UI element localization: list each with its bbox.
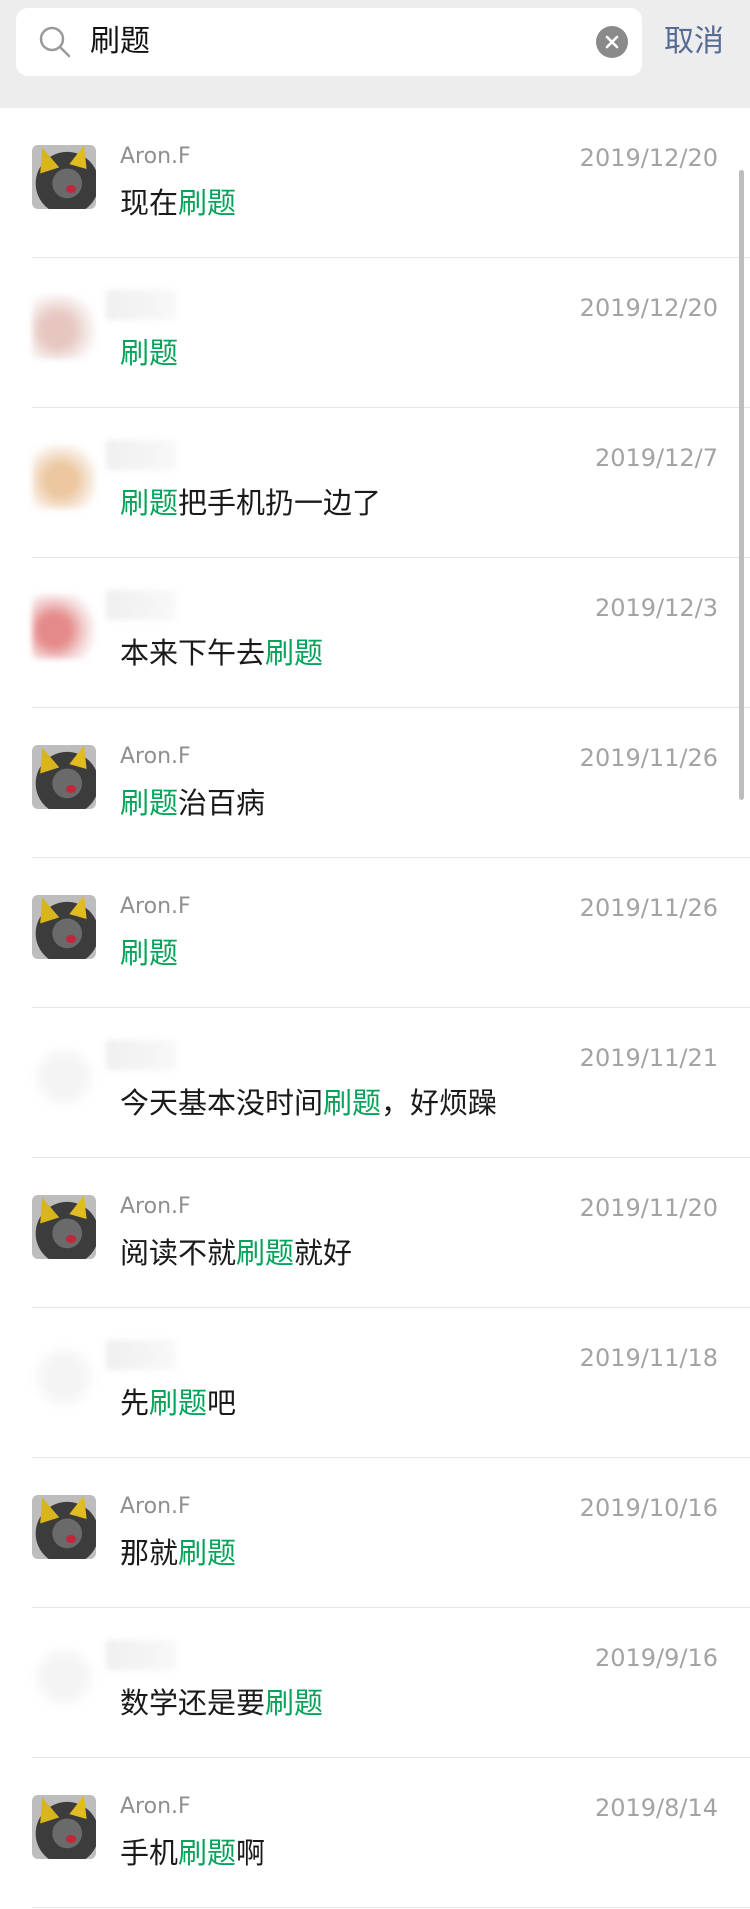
nickname: Aron.F: [120, 1794, 191, 1819]
message-text-before: 数学还是要: [120, 1686, 266, 1720]
message-text: 数学还是要刷题: [120, 1680, 323, 1722]
message-date: 2019/11/26: [579, 894, 718, 922]
keyword-highlight: 刷题: [178, 186, 237, 220]
message-text-after: 啊: [236, 1836, 266, 1870]
message-date: 2019/12/20: [579, 294, 718, 322]
keyword-highlight: 刷题: [120, 486, 179, 520]
keyword-highlight: 刷题: [236, 1236, 295, 1270]
nickname-redacted: [106, 440, 176, 470]
nickname-redacted: [106, 1040, 176, 1070]
message-text-after: ，好烦躁: [381, 1086, 498, 1120]
nickname-redacted: [106, 590, 176, 620]
message-text-before: 现在: [120, 186, 179, 220]
message-text: 刷题治百病: [120, 780, 265, 822]
message-date: 2019/10/16: [579, 1494, 718, 1522]
message-text: 手机刷题啊: [120, 1830, 265, 1872]
result-row[interactable]: Aron.F 2019/12/20 现在刷题: [0, 108, 750, 258]
nickname: Aron.F: [120, 144, 191, 169]
avatar: [32, 295, 96, 359]
message-text-before: 本来下午去: [120, 636, 266, 670]
message-text-before: 今天基本没时间: [120, 1086, 324, 1120]
message-date: 2019/11/21: [579, 1044, 718, 1072]
message-date: 2019/9/16: [594, 1644, 718, 1672]
message-date: 2019/11/20: [579, 1194, 718, 1222]
clear-icon[interactable]: [596, 26, 628, 58]
avatar: [32, 1195, 96, 1259]
message-text: 那就刷题: [120, 1530, 236, 1572]
nickname: Aron.F: [120, 744, 191, 769]
avatar: [32, 595, 96, 659]
cancel-button[interactable]: 取消: [664, 8, 724, 76]
result-row[interactable]: 2019/12/7 刷题把手机扔一边了: [0, 408, 750, 558]
search-input[interactable]: 刷题: [90, 8, 590, 76]
result-row[interactable]: Aron.F 2019/11/20 阅读不就刷题就好: [0, 1158, 750, 1308]
message-date: 2019/12/20: [579, 144, 718, 172]
avatar: [32, 1645, 96, 1709]
message-text-before: 手机: [120, 1836, 179, 1870]
result-row[interactable]: Aron.F 2019/11/26 刷题治百病: [0, 708, 750, 858]
message-text-after: 把手机扔一边了: [178, 486, 382, 520]
message-text: 刷题: [120, 930, 178, 972]
search-icon: [39, 26, 71, 58]
message-date: 2019/8/14: [594, 1794, 718, 1822]
nickname-redacted: [106, 1640, 176, 1670]
message-text-before: 阅读不就: [120, 1236, 237, 1270]
message-text-after: 吧: [207, 1386, 237, 1420]
keyword-highlight: 刷题: [149, 1386, 208, 1420]
avatar: [32, 1495, 96, 1559]
message-text: 刷题把手机扔一边了: [120, 480, 381, 522]
keyword-highlight: 刷题: [120, 786, 179, 820]
scrollbar[interactable]: [739, 170, 744, 800]
nickname: Aron.F: [120, 894, 191, 919]
avatar: [32, 745, 96, 809]
keyword-highlight: 刷题: [178, 1836, 237, 1870]
result-row[interactable]: 2019/12/3 本来下午去刷题: [0, 558, 750, 708]
message-text-after: 治百病: [178, 786, 266, 820]
message-date: 2019/11/18: [579, 1344, 718, 1372]
search-box[interactable]: 刷题: [16, 8, 642, 76]
result-row[interactable]: Aron.F 2019/11/26 刷题: [0, 858, 750, 1008]
result-row[interactable]: Aron.F 2019/8/14 手机刷题啊: [0, 1758, 750, 1908]
result-row[interactable]: 2019/11/21 今天基本没时间刷题，好烦躁: [0, 1008, 750, 1158]
keyword-highlight: 刷题: [120, 936, 179, 970]
keyword-highlight: 刷题: [265, 1686, 324, 1720]
message-text-before: 先: [120, 1386, 150, 1420]
message-text: 阅读不就刷题就好: [120, 1230, 352, 1272]
message-text: 先刷题吧: [120, 1380, 236, 1422]
message-date: 2019/11/26: [579, 744, 718, 772]
message-text: 现在刷题: [120, 180, 236, 222]
message-date: 2019/12/7: [594, 444, 718, 472]
avatar: [32, 445, 96, 509]
nickname-redacted: [106, 1340, 176, 1370]
keyword-highlight: 刷题: [265, 636, 324, 670]
message-text: 本来下午去刷题: [120, 630, 323, 672]
nickname: Aron.F: [120, 1194, 191, 1219]
keyword-highlight: 刷题: [120, 336, 179, 370]
avatar: [32, 145, 96, 209]
message-text-after: 就好: [294, 1236, 353, 1270]
avatar: [32, 895, 96, 959]
avatar: [32, 1345, 96, 1409]
message-text-before: 那就: [120, 1536, 179, 1570]
nickname-redacted: [106, 290, 176, 320]
avatar: [32, 1795, 96, 1859]
result-row[interactable]: 2019/11/18 先刷题吧: [0, 1308, 750, 1458]
message-text: 刷题: [120, 330, 178, 372]
message-text: 今天基本没时间刷题，好烦躁: [120, 1080, 497, 1122]
search-header: 刷题 取消: [0, 0, 750, 108]
result-row[interactable]: 2019/12/20 刷题: [0, 258, 750, 408]
avatar: [32, 1045, 96, 1109]
result-row[interactable]: Aron.F 2019/10/16 那就刷题: [0, 1458, 750, 1608]
keyword-highlight: 刷题: [323, 1086, 382, 1120]
nickname: Aron.F: [120, 1494, 191, 1519]
result-row[interactable]: 2019/9/16 数学还是要刷题: [0, 1608, 750, 1758]
keyword-highlight: 刷题: [178, 1536, 237, 1570]
search-result-list: Aron.F 2019/12/20 现在刷题 2019/12/20 刷题 2019/12/…: [0, 108, 750, 1908]
message-date: 2019/12/3: [594, 594, 718, 622]
